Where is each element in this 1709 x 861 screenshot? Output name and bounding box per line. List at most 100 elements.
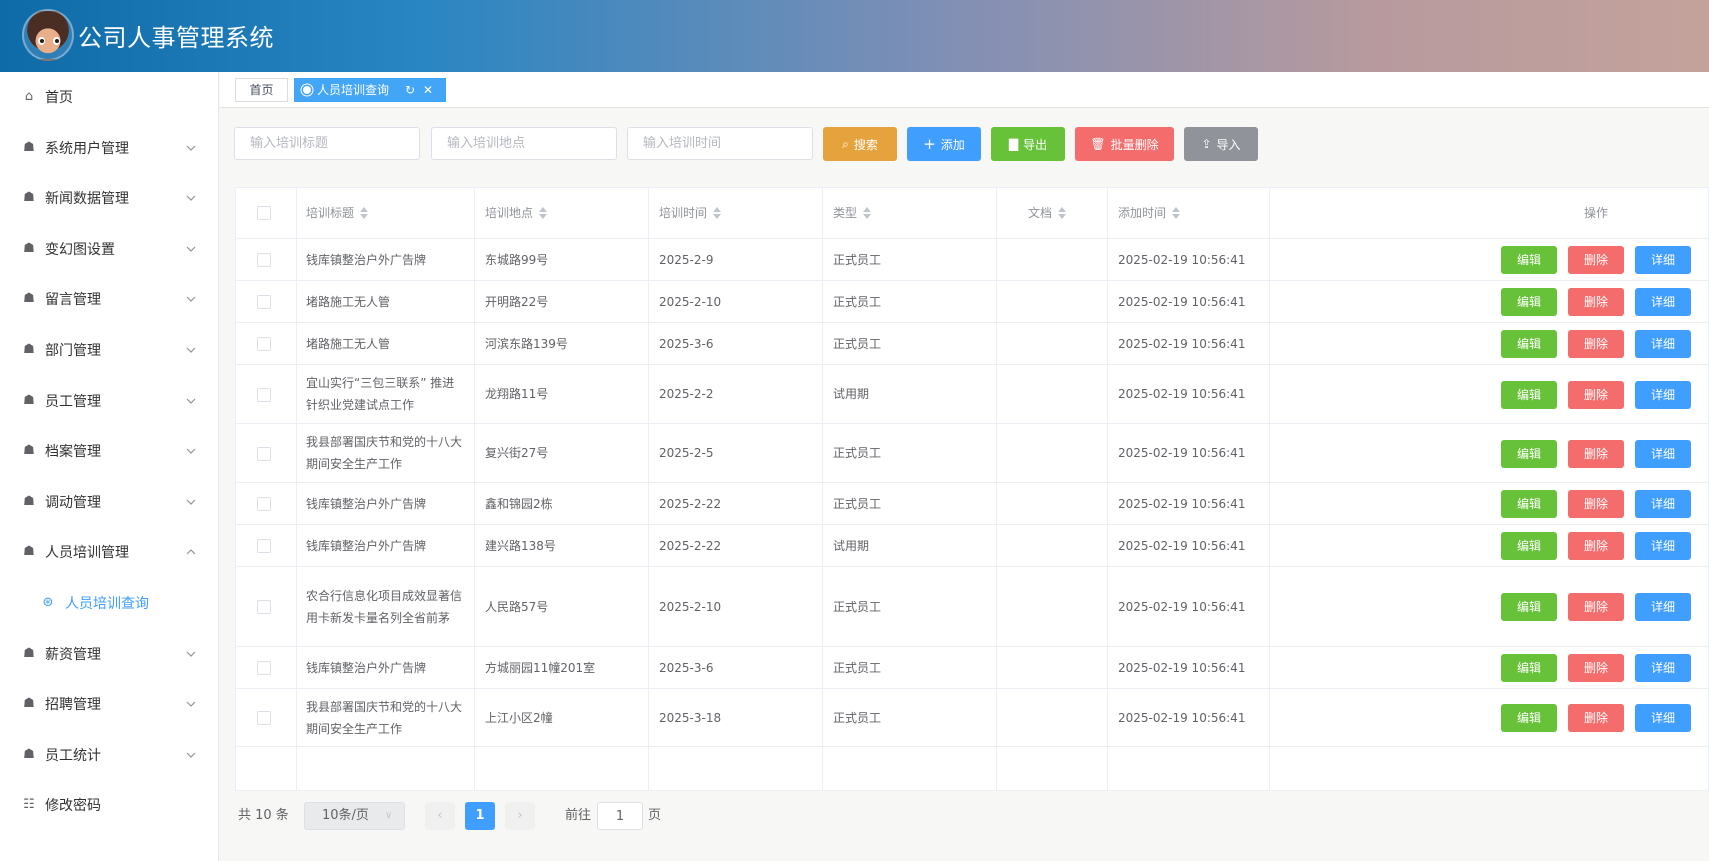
select-all-checkbox[interactable] bbox=[257, 206, 271, 220]
sort-icon[interactable] bbox=[863, 207, 872, 219]
sidebar-item[interactable]: ☗ 招聘管理 bbox=[0, 679, 219, 729]
import-button[interactable]: ⇪ 导入 bbox=[1184, 127, 1258, 161]
edit-button[interactable]: 编辑 bbox=[1501, 380, 1557, 409]
page-size-select[interactable]: 10条/页 ∨ bbox=[304, 802, 405, 830]
sidebar-item-label: 留言管理 bbox=[45, 292, 101, 309]
search-button[interactable]: ⌕ 搜索 bbox=[823, 127, 897, 161]
delete-button[interactable]: 删除 bbox=[1568, 380, 1624, 409]
edit-button[interactable]: 编辑 bbox=[1501, 654, 1557, 682]
detail-button[interactable]: 详细 bbox=[1635, 593, 1691, 621]
add-button[interactable]: + 添加 bbox=[907, 127, 981, 161]
detail-button[interactable]: 详细 bbox=[1635, 246, 1691, 274]
chevron-down-icon: ∨ bbox=[385, 810, 393, 821]
delete-button[interactable]: 删除 bbox=[1568, 704, 1624, 732]
sidebar-item[interactable]: ☗ 档案管理 bbox=[0, 426, 219, 476]
detail-button[interactable]: 详细 bbox=[1635, 654, 1691, 682]
sidebar-item[interactable]: ☷ 修改密码 bbox=[0, 780, 219, 830]
edit-button[interactable]: 编辑 bbox=[1501, 288, 1557, 316]
sidebar-item[interactable]: ☗ 人员培训管理 bbox=[0, 527, 219, 577]
tab-home[interactable]: 首页 bbox=[235, 78, 288, 102]
detail-button[interactable]: 详细 bbox=[1635, 288, 1691, 316]
prev-page-button[interactable]: ‹ bbox=[425, 802, 455, 830]
delete-button[interactable]: 删除 bbox=[1568, 330, 1624, 358]
compass-icon: ⊛ bbox=[42, 595, 54, 610]
detail-button[interactable]: 详细 bbox=[1635, 439, 1691, 468]
delete-button[interactable]: 删除 bbox=[1568, 490, 1624, 518]
page-number-current[interactable]: 1 bbox=[465, 802, 495, 830]
cell-added: 2025-02-19 10:56:41 bbox=[1118, 336, 1246, 351]
chevron-down-icon bbox=[186, 145, 196, 151]
chevron-left-icon: ‹ bbox=[437, 808, 443, 823]
export-button[interactable]: ▇ 导出 bbox=[991, 127, 1065, 161]
sort-icon[interactable] bbox=[1172, 207, 1181, 219]
sidebar-item[interactable]: ☗ 调动管理 bbox=[0, 477, 219, 527]
row-checkbox[interactable] bbox=[257, 539, 271, 553]
sidebar-item[interactable]: ☗ 留言管理 bbox=[0, 274, 219, 324]
header-doc[interactable]: 文档 bbox=[1028, 188, 1067, 239]
goto-page-input[interactable] bbox=[597, 802, 643, 830]
row-checkbox[interactable] bbox=[257, 711, 271, 725]
detail-button[interactable]: 详细 bbox=[1635, 532, 1691, 560]
sort-icon[interactable] bbox=[713, 207, 722, 219]
sidebar-item[interactable]: ☗ 薪资管理 bbox=[0, 629, 219, 679]
header-type[interactable]: 类型 bbox=[833, 188, 872, 239]
sidebar-item[interactable]: ☗ 新闻数据管理 bbox=[0, 173, 219, 223]
delete-button[interactable]: 删除 bbox=[1568, 439, 1624, 468]
avatar bbox=[22, 9, 74, 61]
edit-button[interactable]: 编辑 bbox=[1501, 593, 1557, 621]
sort-icon[interactable] bbox=[360, 207, 369, 219]
refresh-icon[interactable]: ↻ bbox=[405, 79, 415, 101]
sidebar-item[interactable]: ☗ 变幻图设置 bbox=[0, 224, 219, 274]
row-checkbox[interactable] bbox=[257, 661, 271, 675]
sidebar-item-label: 系统用户管理 bbox=[45, 140, 129, 157]
pagination-total: 共 10 条 bbox=[238, 808, 289, 823]
tab-training-query[interactable]: 人员培训查询 ↻ ✕ bbox=[294, 78, 446, 102]
row-checkbox[interactable] bbox=[257, 337, 271, 351]
row-checkbox[interactable] bbox=[257, 387, 271, 402]
delete-button[interactable]: 删除 bbox=[1568, 288, 1624, 316]
detail-button[interactable]: 详细 bbox=[1635, 330, 1691, 358]
delete-button[interactable]: 删除 bbox=[1568, 593, 1624, 621]
sidebar-item[interactable]: ☗ 部门管理 bbox=[0, 325, 219, 375]
sidebar-item[interactable]: ⊛ 人员培训查询 bbox=[0, 578, 219, 628]
delete-button[interactable]: 删除 bbox=[1568, 532, 1624, 560]
next-page-button[interactable]: › bbox=[505, 802, 535, 830]
row-checkbox[interactable] bbox=[257, 295, 271, 309]
batch-delete-button[interactable]: 🗑︎ 批量删除 bbox=[1075, 127, 1174, 161]
header-added[interactable]: 添加时间 bbox=[1118, 188, 1181, 239]
edit-button[interactable]: 编辑 bbox=[1501, 704, 1557, 732]
sidebar-item[interactable]: ⌂ 首页 bbox=[0, 72, 219, 122]
goto-label: 前往 bbox=[565, 808, 592, 823]
cell-place: 方城丽园11幢201室 bbox=[485, 660, 596, 675]
sidebar-item[interactable]: ☗ 系统用户管理 bbox=[0, 123, 219, 173]
edit-button[interactable]: 编辑 bbox=[1501, 439, 1557, 468]
detail-button[interactable]: 详细 bbox=[1635, 380, 1691, 409]
edit-button[interactable]: 编辑 bbox=[1501, 532, 1557, 560]
close-icon[interactable]: ✕ bbox=[423, 79, 433, 101]
menu-icon: ☗ bbox=[23, 443, 35, 459]
edit-button[interactable]: 编辑 bbox=[1501, 246, 1557, 274]
sidebar-item[interactable]: ☗ 员工统计 bbox=[0, 730, 219, 780]
header-place[interactable]: 培训地点 bbox=[485, 188, 548, 239]
time-search-input[interactable] bbox=[627, 127, 813, 160]
edit-button[interactable]: 编辑 bbox=[1501, 490, 1557, 518]
edit-button[interactable]: 编辑 bbox=[1501, 330, 1557, 358]
sort-icon[interactable] bbox=[1058, 207, 1067, 219]
title-search-input[interactable] bbox=[234, 127, 420, 160]
menu-icon: ☗ bbox=[23, 696, 35, 712]
sort-icon[interactable] bbox=[539, 207, 548, 219]
header-time[interactable]: 培训时间 bbox=[659, 188, 722, 239]
delete-button[interactable]: 删除 bbox=[1568, 654, 1624, 682]
row-checkbox[interactable] bbox=[257, 446, 271, 461]
header-title[interactable]: 培训标题 bbox=[306, 188, 369, 239]
place-search-input[interactable] bbox=[431, 127, 617, 160]
row-checkbox[interactable] bbox=[257, 497, 271, 511]
detail-button[interactable]: 详细 bbox=[1635, 704, 1691, 732]
sidebar-item[interactable]: ☗ 员工管理 bbox=[0, 376, 219, 426]
row-checkbox[interactable] bbox=[257, 253, 271, 267]
detail-button[interactable]: 详细 bbox=[1635, 490, 1691, 518]
delete-button[interactable]: 删除 bbox=[1568, 246, 1624, 274]
cell-time: 2025-2-9 bbox=[659, 252, 714, 267]
row-checkbox[interactable] bbox=[257, 600, 271, 614]
sidebar-item-label: 档案管理 bbox=[45, 444, 101, 461]
